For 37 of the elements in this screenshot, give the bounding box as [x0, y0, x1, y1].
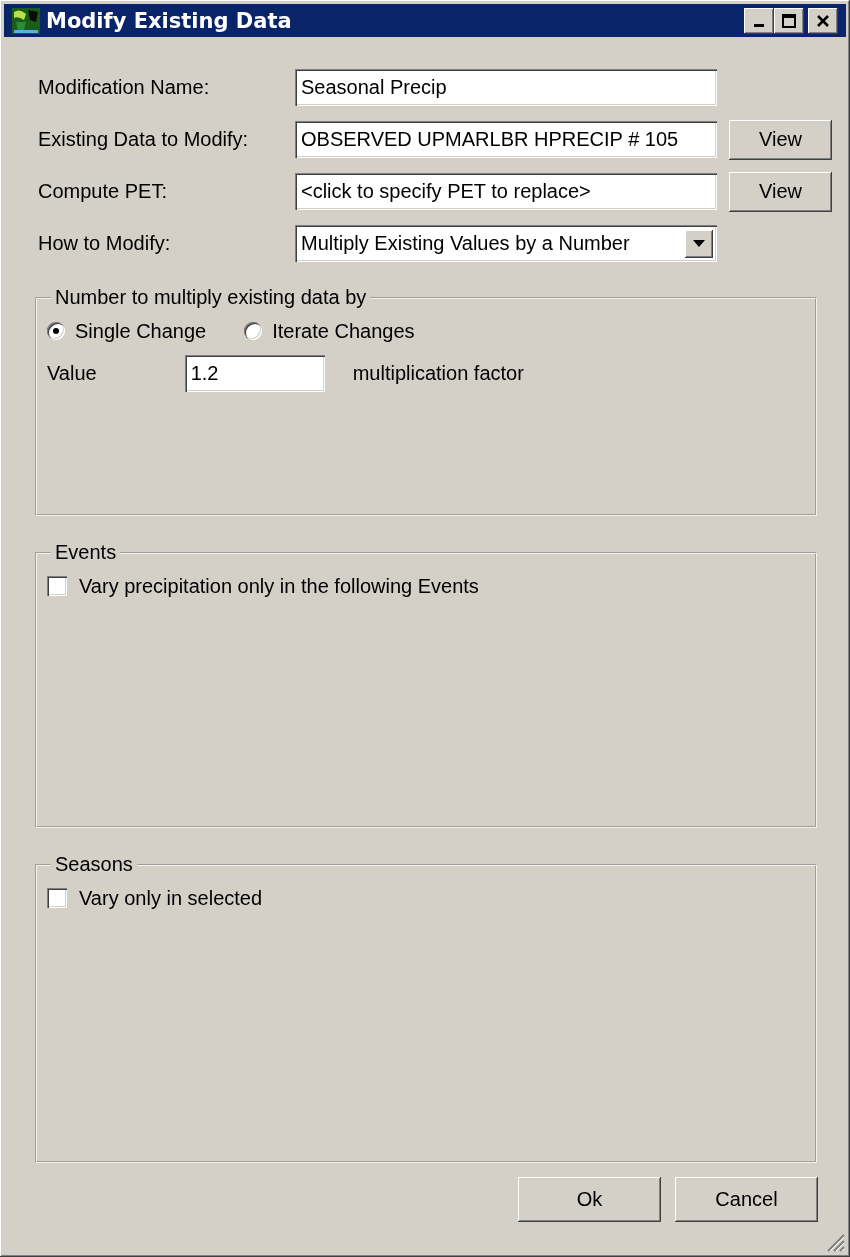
maximize-button[interactable]	[774, 7, 804, 34]
maximize-icon	[782, 13, 796, 28]
text-field[interactable]: OBSERVED UPMARLBR HPRECIP # 105	[295, 121, 717, 158]
view-button[interactable]: View	[729, 171, 832, 212]
radio-label[interactable]: Iterate Changes	[272, 319, 415, 343]
group-title: Events	[54, 541, 118, 564]
ok-button[interactable]: Ok	[518, 1177, 661, 1222]
close-icon	[816, 13, 830, 28]
unit-label: multiplication factor	[352, 361, 524, 385]
caret-icon	[693, 240, 705, 247]
checkbox-label[interactable]: Vary precipitation only in the following Events	[79, 574, 479, 598]
dropdown-arrow-button[interactable]	[685, 229, 713, 258]
radio-label[interactable]: Single Change	[75, 319, 207, 343]
field-label: Compute PET:	[38, 180, 168, 203]
radio-button[interactable]	[244, 322, 263, 340]
minimize-button[interactable]	[744, 7, 774, 34]
value-field[interactable]: 1.2	[184, 354, 325, 392]
minimize-icon	[754, 24, 764, 27]
field-label: Value	[47, 361, 97, 385]
view-button[interactable]: View	[729, 119, 832, 160]
text-field[interactable]: Seasonal Precip	[295, 69, 717, 106]
cancel-button[interactable]: Cancel	[675, 1177, 818, 1222]
checkbox[interactable]	[47, 888, 67, 908]
group-title: Number to multiply existing data by	[54, 286, 368, 309]
field-label: Modification Name:	[38, 76, 211, 99]
close-button[interactable]	[808, 7, 838, 34]
radio-button[interactable]	[47, 322, 65, 340]
text-field[interactable]: <click to specify PET to replace>	[295, 173, 717, 210]
group-title: Seasons	[54, 853, 134, 876]
window-title: Modify Existing Data	[46, 8, 293, 33]
field-label: Existing Data to Modify:	[38, 128, 250, 151]
checkbox[interactable]	[47, 576, 67, 596]
checkbox-label[interactable]: Vary only in selected	[79, 886, 263, 910]
dropdown[interactable]: Multiply Existing Values by a Number	[295, 225, 717, 262]
dropdown-value: Multiply Existing Values by a Number	[301, 232, 631, 255]
field-label: How to Modify:	[38, 232, 172, 255]
app-icon	[12, 7, 40, 34]
